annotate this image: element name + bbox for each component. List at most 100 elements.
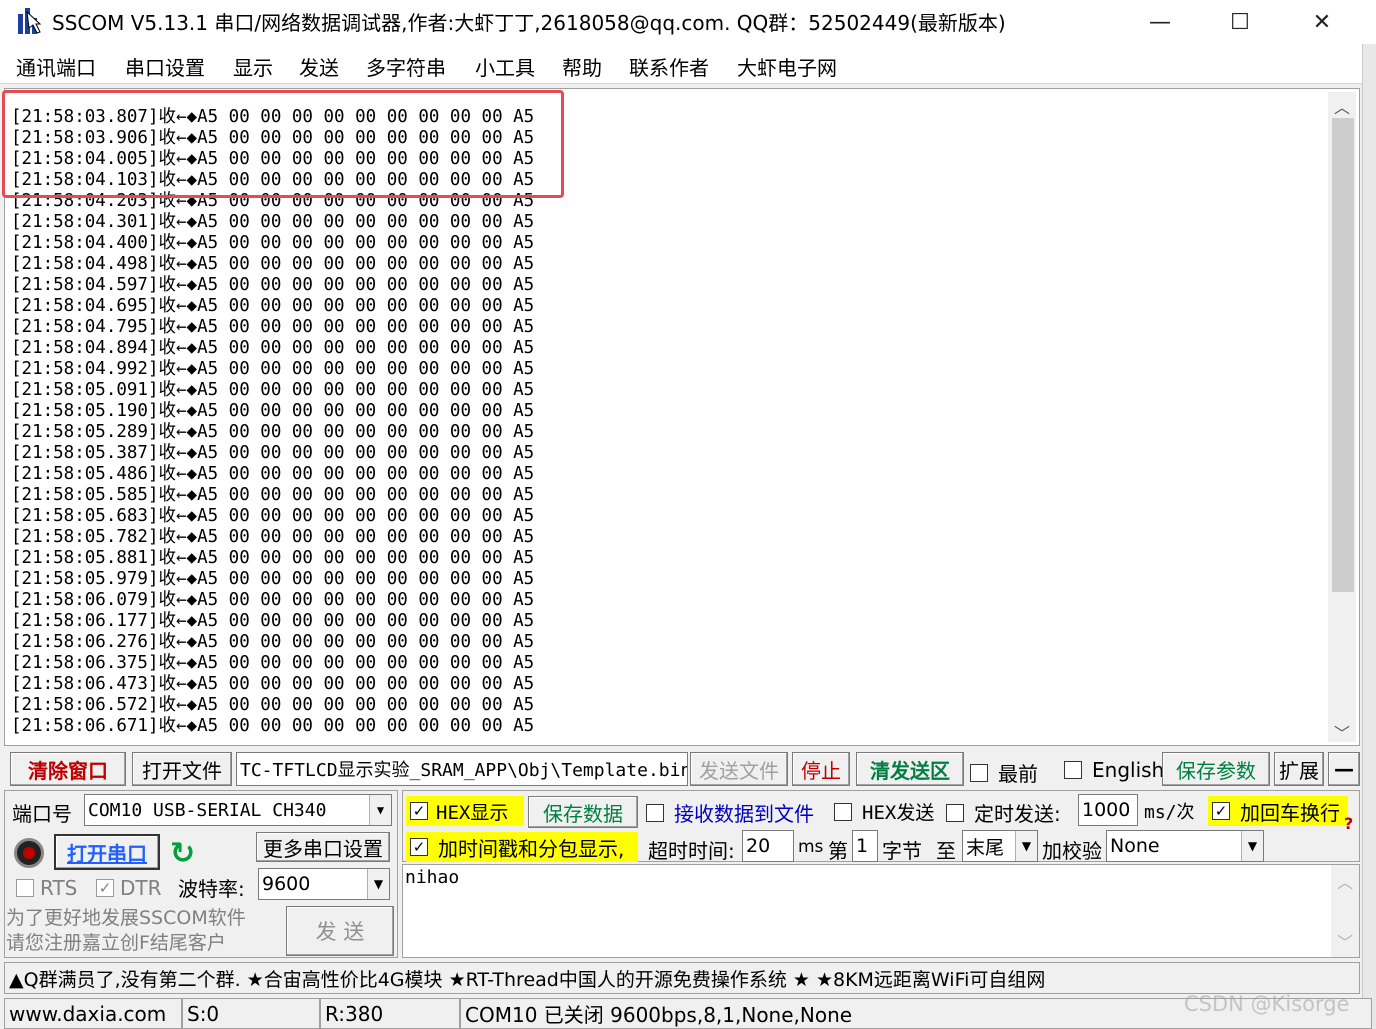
clear-send-button[interactable]: 清发送区 bbox=[856, 752, 964, 786]
scroll-up-icon[interactable]: ︿ bbox=[1331, 869, 1359, 893]
status-received: R:380 bbox=[320, 998, 460, 1029]
chevron-down-icon[interactable]: ▼ bbox=[369, 795, 391, 825]
checksum-select[interactable]: None ▼ bbox=[1106, 830, 1264, 862]
add-crlf-option[interactable]: ✓ 加回车换行 bbox=[1208, 796, 1348, 826]
chevron-down-icon[interactable]: ▼ bbox=[1015, 831, 1037, 861]
open-file-button[interactable]: 打开文件 bbox=[132, 752, 232, 786]
menu-comm-port[interactable]: 通讯端口 bbox=[16, 52, 96, 81]
send-button[interactable]: 发 送 bbox=[286, 906, 394, 956]
marquee-banner[interactable]: ▲Q群满员了,没有第二个群. ★合宙高性价比4G模块 ★RT-Thread中国人… bbox=[4, 962, 1360, 994]
log-line: [21:58:05.091]收←◆A5 00 00 00 00 00 00 00… bbox=[11, 380, 535, 400]
status-website[interactable]: www.daxia.com bbox=[4, 998, 182, 1029]
window-edge bbox=[1362, 44, 1376, 1029]
log-line: [21:58:04.894]收←◆A5 00 00 00 00 00 00 00… bbox=[11, 338, 535, 358]
port-value: COM10 USB-SERIAL CH340 bbox=[88, 799, 327, 821]
hex-display-label: HEX显示 bbox=[436, 801, 509, 824]
scroll-up-icon[interactable]: ︿ bbox=[1328, 94, 1356, 118]
timed-send-checkbox[interactable] bbox=[946, 803, 964, 822]
save-params-button[interactable]: 保存参数 bbox=[1162, 752, 1270, 786]
topmost-option[interactable]: 最前 bbox=[970, 758, 1038, 787]
send-file-button[interactable]: 发送文件 bbox=[690, 752, 788, 786]
save-data-button[interactable]: 保存数据 bbox=[528, 796, 638, 828]
byte-from-input[interactable]: 1 bbox=[852, 830, 878, 862]
hex-display-checkbox[interactable]: ✓ bbox=[410, 802, 428, 820]
recv-to-file-checkbox[interactable] bbox=[646, 803, 664, 822]
topmost-label: 最前 bbox=[998, 762, 1038, 786]
menu-help[interactable]: 帮助 bbox=[562, 52, 602, 81]
watermark: CSDN @Kisorge bbox=[1184, 992, 1350, 1016]
dtr-option[interactable]: ✓ DTR bbox=[96, 876, 162, 900]
clear-window-button[interactable]: 清除窗口 bbox=[10, 752, 126, 786]
log-scroll-thumb[interactable] bbox=[1332, 118, 1354, 592]
promo-text: 为了更好地发展SSCOM软件 请您注册嘉立创F结尾客户 bbox=[6, 906, 246, 956]
port-status-icon bbox=[14, 838, 44, 868]
to-label: 至 bbox=[936, 839, 956, 863]
port-select[interactable]: COM10 USB-SERIAL CH340 ▼ bbox=[84, 794, 392, 826]
baud-value: 9600 bbox=[262, 873, 311, 895]
menu-contact-author[interactable]: 联系作者 bbox=[629, 52, 709, 81]
timeout-input[interactable]: 20 bbox=[742, 830, 794, 862]
add-crlf-label: 加回车换行 bbox=[1240, 800, 1340, 825]
rts-checkbox[interactable] bbox=[16, 879, 34, 897]
hex-display-option[interactable]: ✓ HEX显示 bbox=[406, 796, 524, 826]
log-line: [21:58:06.375]收←◆A5 00 00 00 00 00 00 00… bbox=[11, 653, 535, 673]
log-line: [21:58:04.400]收←◆A5 00 00 00 00 00 00 00… bbox=[11, 233, 535, 253]
title-bar: SSCOM V5.13.1 串口/网络数据调试器,作者:大虾丁丁,2618058… bbox=[0, 0, 1376, 44]
log-line: [21:58:06.079]收←◆A5 00 00 00 00 00 00 00… bbox=[11, 590, 535, 610]
menu-tools[interactable]: 小工具 bbox=[475, 52, 535, 81]
collapse-button[interactable]: — bbox=[1328, 752, 1360, 786]
english-checkbox[interactable] bbox=[1064, 761, 1082, 779]
rts-label: RTS bbox=[40, 876, 78, 900]
file-path-field[interactable]: TC-TFTLCD显示实验_SRAM_APP\Obj\Template.bin bbox=[236, 752, 688, 786]
log-line: [21:58:05.190]收←◆A5 00 00 00 00 00 00 00… bbox=[11, 401, 535, 421]
interval-input[interactable]: 1000 bbox=[1078, 794, 1138, 826]
help-icon[interactable]: ? bbox=[1344, 814, 1353, 833]
menu-send[interactable]: 发送 bbox=[299, 52, 339, 81]
hex-send-option[interactable]: HEX发送 bbox=[834, 798, 934, 825]
add-crlf-checkbox[interactable]: ✓ bbox=[1212, 802, 1230, 820]
menu-daxia-website[interactable]: 大虾电子网 bbox=[737, 52, 837, 81]
open-port-label: 打开串口 bbox=[67, 841, 147, 866]
english-label: English bbox=[1092, 758, 1165, 782]
timeout-unit: ms bbox=[798, 837, 824, 857]
scroll-down-icon[interactable]: ﹀ bbox=[1328, 720, 1356, 744]
stop-button[interactable]: 停止 bbox=[792, 752, 850, 786]
send-text-area[interactable]: nihao ︿ ﹀ bbox=[402, 864, 1360, 958]
scroll-down-icon[interactable]: ﹀ bbox=[1331, 929, 1359, 953]
log-line: [21:58:05.782]收←◆A5 00 00 00 00 00 00 00… bbox=[11, 527, 535, 547]
hex-send-checkbox[interactable] bbox=[834, 802, 852, 821]
rts-option[interactable]: RTS bbox=[16, 876, 77, 900]
interval-unit: ms/次 bbox=[1144, 802, 1195, 823]
timed-send-option[interactable]: 定时发送: bbox=[946, 798, 1061, 827]
minimize-button[interactable]: — bbox=[1120, 0, 1200, 44]
more-port-settings-button[interactable]: 更多串口设置 bbox=[256, 832, 390, 862]
timestamp-split-checkbox[interactable]: ✓ bbox=[410, 838, 428, 856]
maximize-button[interactable]: ☐ bbox=[1200, 0, 1280, 44]
chevron-down-icon[interactable]: ▼ bbox=[367, 869, 389, 899]
timestamp-split-label: 加时间戳和分包显示, bbox=[438, 836, 625, 861]
menu-multi-string[interactable]: 多字符串 bbox=[366, 52, 446, 81]
close-button[interactable]: ✕ bbox=[1282, 0, 1362, 44]
timed-send-label: 定时发送: bbox=[974, 802, 1061, 826]
baud-select[interactable]: 9600 ▼ bbox=[258, 868, 390, 900]
open-port-button[interactable]: 打开串口 bbox=[54, 834, 160, 870]
refresh-icon[interactable]: ↻ bbox=[170, 836, 195, 871]
english-option[interactable]: English bbox=[1064, 758, 1164, 782]
recv-to-file-label: 接收数据到文件 bbox=[674, 802, 814, 826]
log-line: [21:58:04.795]收←◆A5 00 00 00 00 00 00 00… bbox=[11, 317, 535, 337]
to-select[interactable]: 末尾 ▼ bbox=[962, 830, 1038, 862]
log-line: [21:58:06.473]收←◆A5 00 00 00 00 00 00 00… bbox=[11, 674, 535, 694]
log-line: [21:58:04.992]收←◆A5 00 00 00 00 00 00 00… bbox=[11, 359, 535, 379]
log-line: [21:58:04.498]收←◆A5 00 00 00 00 00 00 00… bbox=[11, 254, 535, 274]
topmost-checkbox[interactable] bbox=[970, 763, 988, 782]
chevron-down-icon[interactable]: ▼ bbox=[1241, 831, 1263, 861]
hex-send-label: HEX发送 bbox=[862, 802, 935, 824]
dtr-checkbox[interactable]: ✓ bbox=[96, 879, 114, 897]
app-icon bbox=[18, 6, 44, 34]
recv-to-file-option[interactable]: 接收数据到文件 bbox=[646, 798, 814, 827]
dtr-label: DTR bbox=[120, 876, 162, 900]
menu-display[interactable]: 显示 bbox=[233, 52, 273, 81]
expand-button[interactable]: 扩展 bbox=[1274, 752, 1324, 786]
timestamp-split-option[interactable]: ✓ 加时间戳和分包显示, bbox=[406, 832, 638, 862]
menu-serial-settings[interactable]: 串口设置 bbox=[125, 52, 205, 81]
